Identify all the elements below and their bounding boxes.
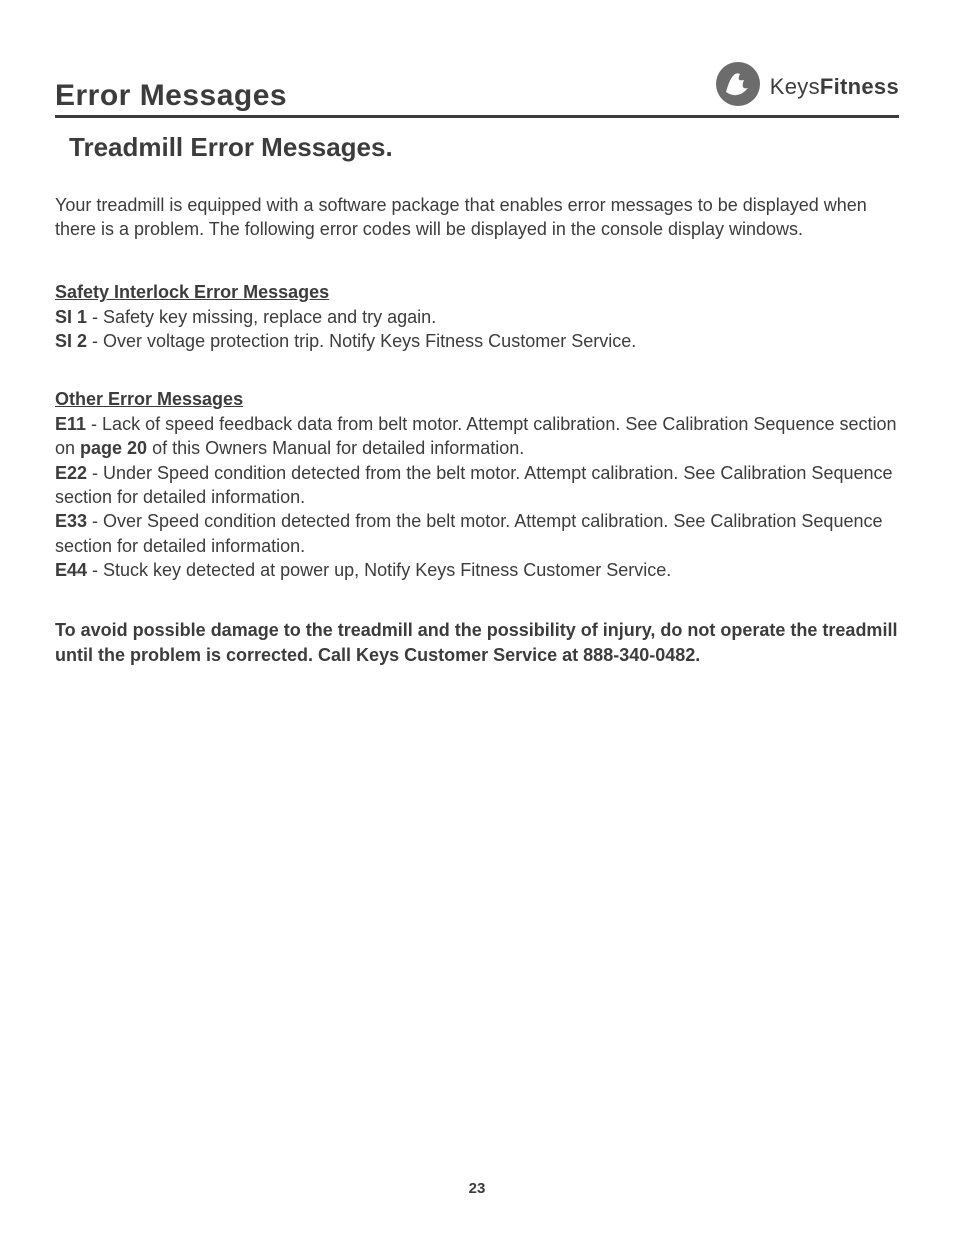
error-code: E11 bbox=[55, 414, 86, 434]
page-ref: page 20 bbox=[80, 438, 147, 458]
page-number: 23 bbox=[0, 1180, 954, 1197]
safety-error-list: SI 1 - Safety key missing, replace and t… bbox=[55, 305, 899, 354]
other-heading: Other Error Messages bbox=[55, 389, 899, 410]
brand-text-b: Fitness bbox=[820, 74, 899, 99]
error-code: E33 bbox=[55, 511, 87, 531]
section-title-period: . bbox=[385, 132, 392, 162]
safety-heading: Safety Interlock Error Messages bbox=[55, 282, 899, 303]
intro-paragraph: Your treadmill is equipped with a softwa… bbox=[55, 193, 899, 242]
error-desc: - Under Speed condition detected from th… bbox=[55, 463, 893, 507]
error-item: SI 1 - Safety key missing, replace and t… bbox=[55, 305, 899, 329]
brand-logo: KeysFitness bbox=[714, 60, 899, 113]
error-desc-b: of this Owners Manual for detailed infor… bbox=[147, 438, 524, 458]
section-title: Treadmill Error Messages. bbox=[69, 132, 899, 163]
page-title: Error Messages bbox=[55, 79, 287, 113]
error-item: E22 - Under Speed condition detected fro… bbox=[55, 461, 899, 510]
error-desc: - Safety key missing, replace and try ag… bbox=[87, 307, 436, 327]
error-item: E11 - Lack of speed feedback data from b… bbox=[55, 412, 899, 461]
section-title-text: Treadmill Error Messages bbox=[69, 132, 385, 162]
error-desc: - Over Speed condition detected from the… bbox=[55, 511, 883, 555]
error-desc: - Over voltage protection trip. Notify K… bbox=[87, 331, 636, 351]
error-code: E22 bbox=[55, 463, 87, 483]
error-code: SI 2 bbox=[55, 331, 87, 351]
header-row: Error Messages KeysFitness bbox=[55, 60, 899, 118]
other-error-list: E11 - Lack of speed feedback data from b… bbox=[55, 412, 899, 582]
error-item: E33 - Over Speed condition detected from… bbox=[55, 509, 899, 558]
brand-text: KeysFitness bbox=[770, 74, 899, 100]
error-code: SI 1 bbox=[55, 307, 87, 327]
error-desc: - Stuck key detected at power up, Notify… bbox=[87, 560, 671, 580]
brand-mark-icon bbox=[714, 60, 762, 113]
error-code: E44 bbox=[55, 560, 87, 580]
warning-paragraph: To avoid possible damage to the treadmil… bbox=[55, 618, 899, 667]
error-item: SI 2 - Over voltage protection trip. Not… bbox=[55, 329, 899, 353]
error-item: E44 - Stuck key detected at power up, No… bbox=[55, 558, 899, 582]
brand-text-a: Keys bbox=[770, 74, 820, 99]
